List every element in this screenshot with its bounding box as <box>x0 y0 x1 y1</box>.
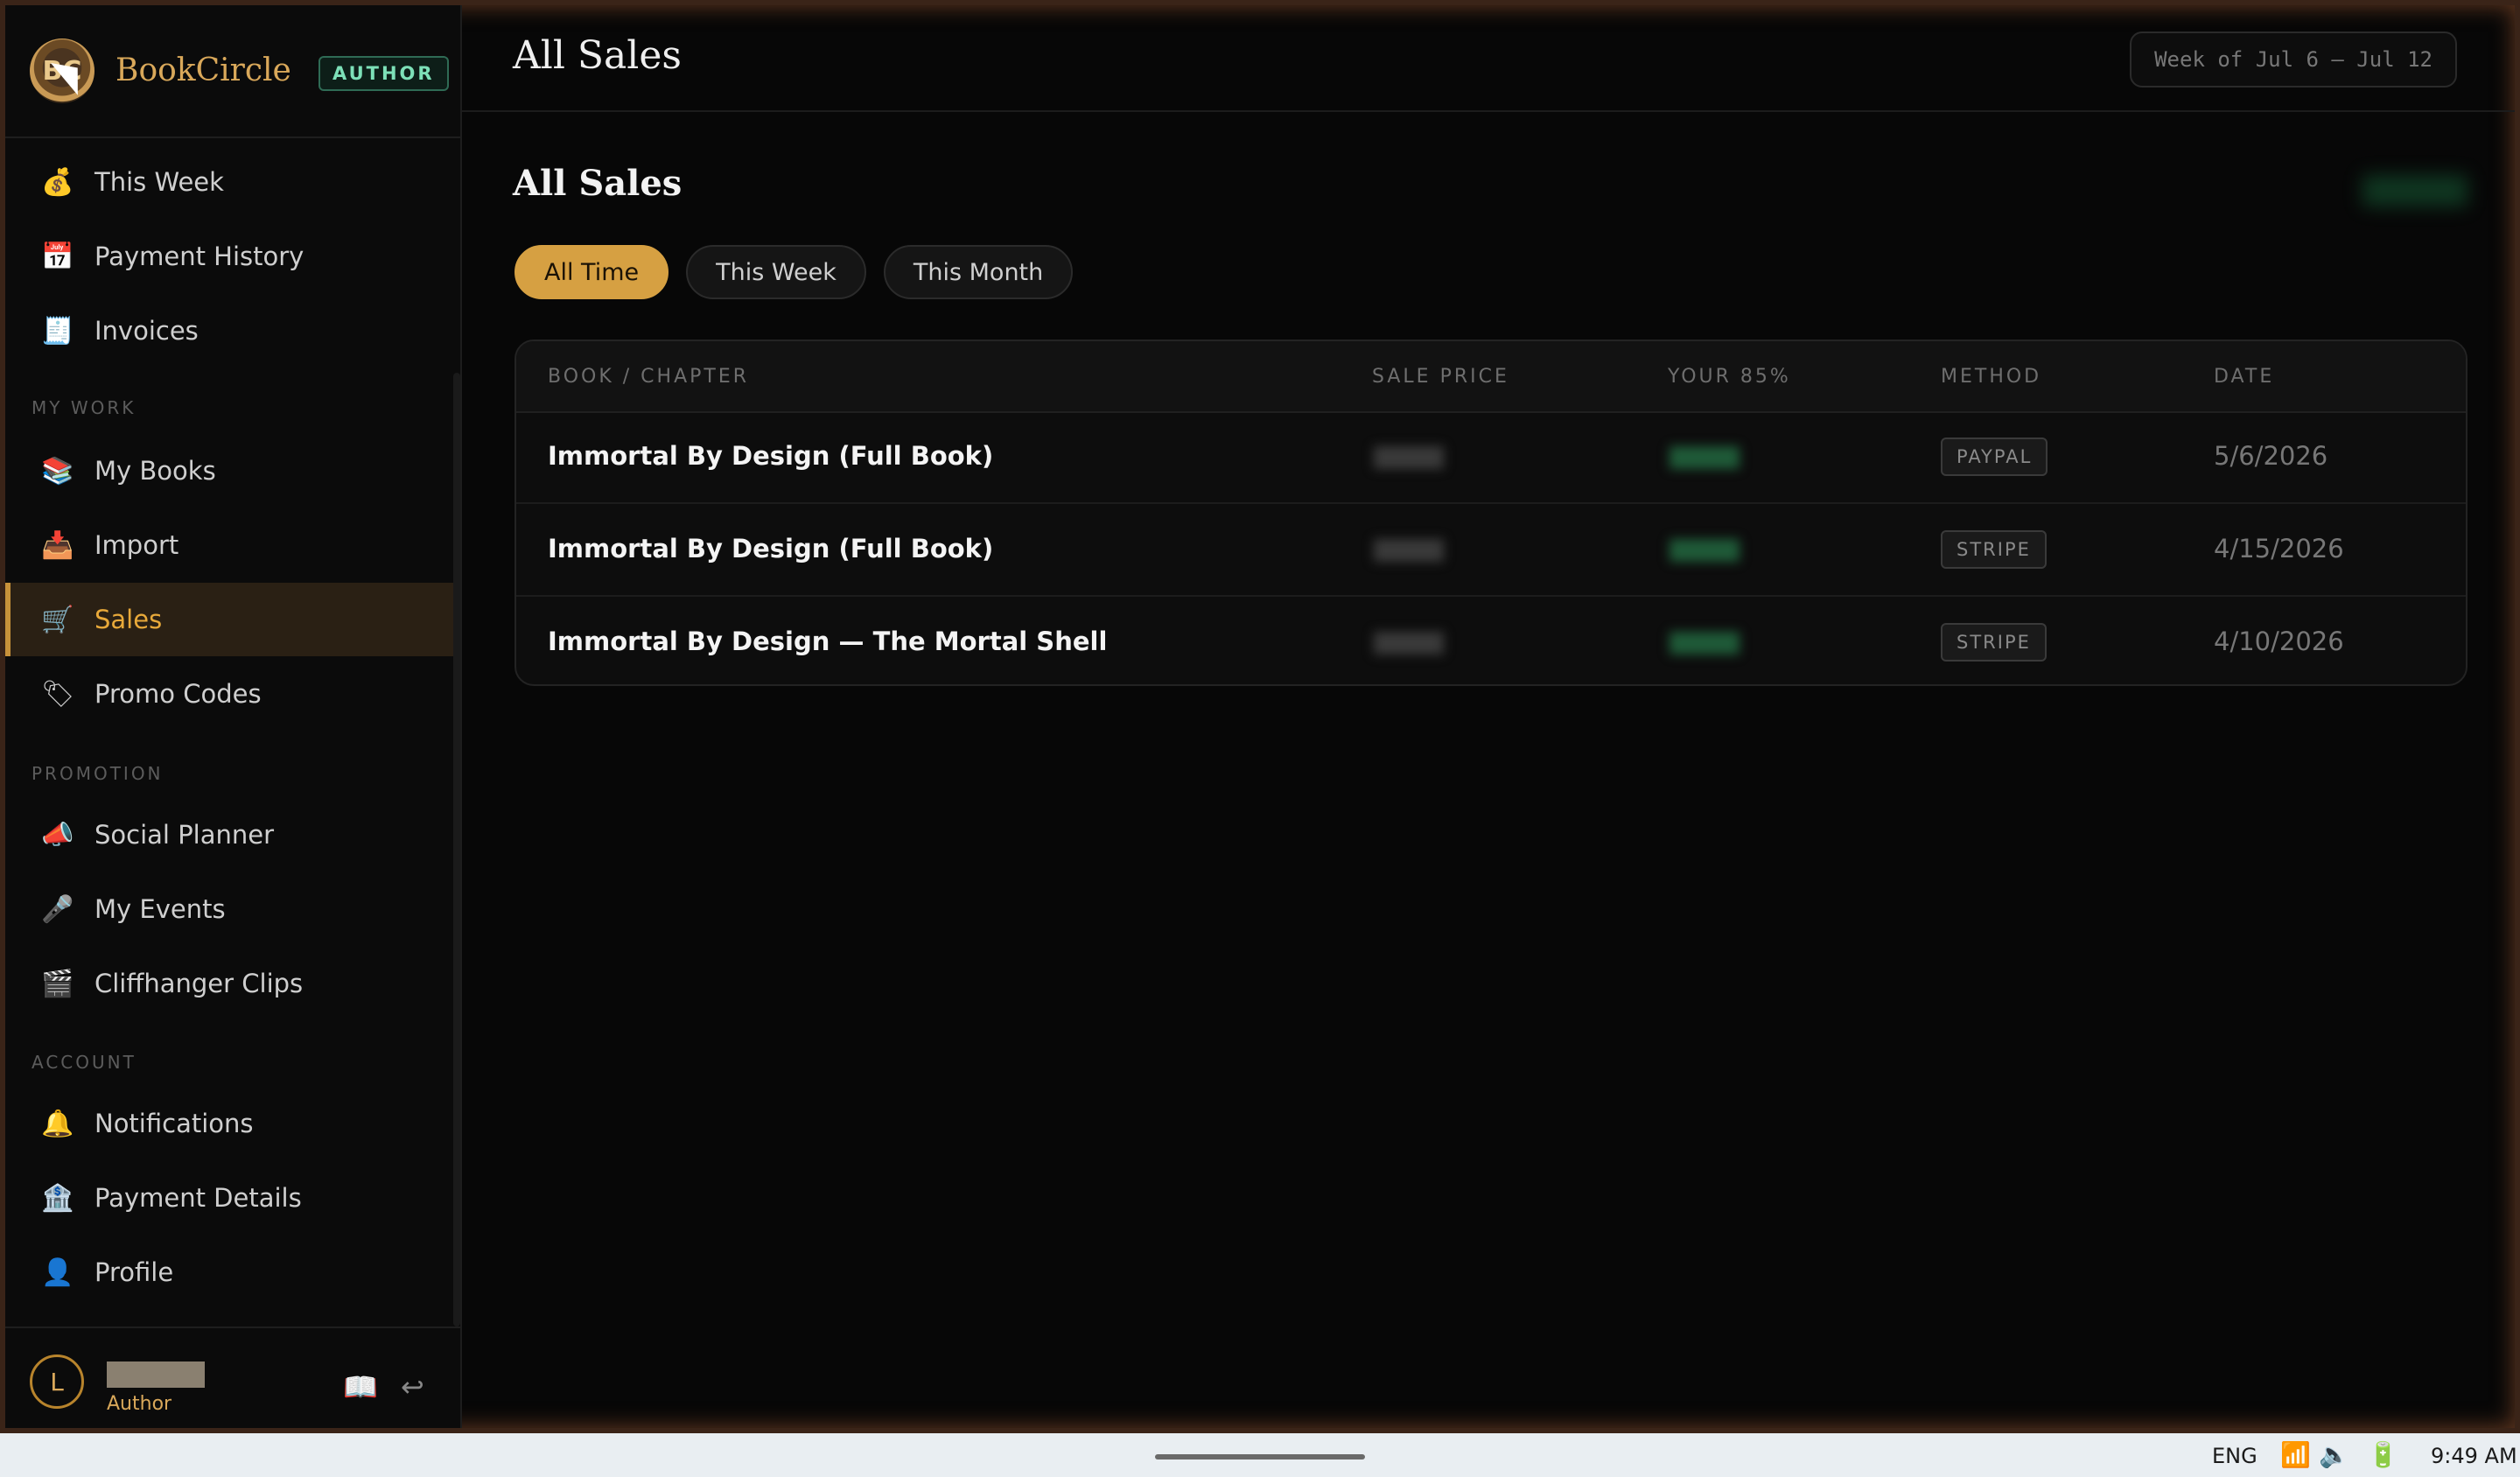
sidebar-item-my-books[interactable]: 📚 My Books <box>5 434 455 508</box>
blurred-share <box>1670 539 1740 562</box>
sidebar-item-label: My Events <box>94 894 226 924</box>
bank-icon: 🏦 <box>41 1182 74 1214</box>
blurred-total <box>2362 175 2468 206</box>
sidebar-item-import[interactable]: 📥 Import <box>5 508 455 582</box>
sidebar-item-payment-details[interactable]: 🏦 Payment Details <box>5 1161 455 1235</box>
sidebar-item-my-events[interactable]: 🎤 My Events <box>5 872 455 946</box>
sidebar-item-promo-codes[interactable]: 🏷 Promo Codes <box>5 657 455 731</box>
tag-icon: 🏷 <box>40 678 75 710</box>
top-bar: All Sales Week of Jul 6 – Jul 12 <box>462 5 2515 112</box>
sidebar-item-this-week[interactable]: 💰 This Week <box>5 145 455 219</box>
blurred-share <box>1670 446 1740 469</box>
table-row[interactable]: Immortal By Design (Full Book) STRIPE 4/… <box>516 504 2466 597</box>
volume-icon[interactable]: 🔈 <box>2319 1440 2349 1469</box>
blurred-sale-price <box>1374 632 1444 654</box>
battery-icon[interactable]: 🔋 <box>2368 1440 2398 1469</box>
sidebar-item-payment-history[interactable]: 📅 Payment History <box>5 220 455 293</box>
sidebar-item-notifications[interactable]: 🔔 Notifications <box>5 1087 455 1160</box>
row-date: 4/10/2026 <box>2214 626 2344 656</box>
blurred-sale-price <box>1374 446 1444 469</box>
wifi-icon[interactable]: 📶 <box>2280 1440 2311 1469</box>
method-badge: STRIPE <box>1941 623 2047 662</box>
bell-icon: 🔔 <box>41 1108 74 1139</box>
row-title: Immortal By Design (Full Book) <box>548 441 994 471</box>
money-bag-icon: 💰 <box>41 166 74 198</box>
receipt-icon: 🧾 <box>41 315 74 346</box>
books-icon: 📚 <box>41 455 74 486</box>
table-header: BOOK / CHAPTER SALE PRICE YOUR 85% METHO… <box>516 341 2466 413</box>
book-icon[interactable]: 📖 <box>343 1370 378 1404</box>
blurred-share <box>1670 632 1740 654</box>
megaphone-icon: 📣 <box>41 819 74 850</box>
user-role: Author <box>107 1393 172 1415</box>
user-name-redacted <box>107 1362 205 1388</box>
section-label-account: ACCOUNT <box>32 1052 136 1073</box>
system-taskbar: ENG 📶 🔈 🔋 9:49 AM <box>0 1433 2520 1477</box>
user-bar: L Author 📖 ↩ <box>5 1326 460 1430</box>
inbox-tray-icon: 📥 <box>41 529 74 561</box>
sidebar-item-label: Payment Details <box>94 1183 302 1213</box>
sidebar-item-label: Social Planner <box>94 820 275 850</box>
filter-this-week[interactable]: This Week <box>686 245 866 299</box>
avatar[interactable]: L <box>30 1354 84 1409</box>
sidebar-item-label: My Books <box>94 456 216 486</box>
sidebar-item-label: Profile <box>94 1257 174 1287</box>
filter-this-month[interactable]: This Month <box>883 245 1074 299</box>
row-date: 4/15/2026 <box>2214 534 2344 564</box>
sidebar-item-cliffhanger-clips[interactable]: 🎬 Cliffhanger Clips <box>5 947 455 1020</box>
sidebar-item-profile[interactable]: 👤 Profile <box>5 1236 455 1309</box>
blurred-sale-price <box>1374 539 1444 562</box>
method-badge: PAYPAL <box>1941 438 2048 476</box>
calendar-icon: 📅 <box>41 241 74 272</box>
section-heading: All Sales <box>513 163 682 204</box>
row-title: Immortal By Design — The Mortal Shell <box>548 626 1108 656</box>
sidebar-item-label: Sales <box>94 605 163 634</box>
table-row[interactable]: Immortal By Design (Full Book) PAYPAL 5/… <box>516 411 2466 504</box>
column-header-sale-price: SALE PRICE <box>1372 366 1509 388</box>
logout-icon[interactable]: ↩ <box>401 1370 424 1404</box>
sidebar-item-label: This Week <box>94 167 224 197</box>
row-date: 5/6/2026 <box>2214 441 2328 471</box>
sidebar-item-label: Payment History <box>94 242 304 271</box>
user-icon: 👤 <box>41 1256 74 1288</box>
language-indicator[interactable]: ENG <box>2212 1444 2258 1468</box>
sidebar-item-label: Cliffhanger Clips <box>94 969 304 998</box>
row-title: Immortal By Design (Full Book) <box>548 534 994 564</box>
filter-chips: All Time This Week This Month <box>514 245 1074 299</box>
clapperboard-icon: 🎬 <box>41 968 74 999</box>
sidebar-item-label: Notifications <box>94 1109 254 1138</box>
brand-name: BookCircle <box>116 52 291 88</box>
clock[interactable]: 9:49 AM <box>2431 1444 2517 1468</box>
sidebar-item-label: Promo Codes <box>94 679 262 709</box>
sales-table: BOOK / CHAPTER SALE PRICE YOUR 85% METHO… <box>514 340 2468 686</box>
sidebar-item-social-planner[interactable]: 📣 Social Planner <box>5 798 455 872</box>
page-title: All Sales <box>513 33 682 78</box>
sidebar-scrollbar[interactable] <box>453 373 460 1326</box>
home-handle[interactable] <box>1155 1454 1365 1460</box>
column-header-book: BOOK / CHAPTER <box>548 366 750 388</box>
microphone-icon: 🎤 <box>41 893 74 925</box>
role-badge: AUTHOR <box>318 56 449 91</box>
section-label-promotion: PROMOTION <box>32 763 164 784</box>
sidebar-item-invoices[interactable]: 🧾 Invoices <box>5 294 455 368</box>
sidebar-item-label: Invoices <box>94 316 199 346</box>
table-row[interactable]: Immortal By Design — The Mortal Shell ST… <box>516 597 2466 684</box>
filter-all-time[interactable]: All Time <box>514 245 669 299</box>
column-header-share: YOUR 85% <box>1668 366 1791 388</box>
method-badge: STRIPE <box>1941 530 2047 569</box>
column-header-date: DATE <box>2214 366 2275 388</box>
sidebar: BC BookCircle AUTHOR 💰 This Week 📅 Payme… <box>5 5 462 1428</box>
shopping-cart-icon: 🛒 <box>41 604 74 635</box>
section-label-my-work: MY WORK <box>32 397 136 418</box>
week-range-pill[interactable]: Week of Jul 6 – Jul 12 <box>2130 32 2457 88</box>
brand-header: BC BookCircle AUTHOR <box>5 5 460 138</box>
sidebar-item-sales[interactable]: 🛒 Sales <box>5 583 455 656</box>
column-header-method: METHOD <box>1941 366 2042 388</box>
sidebar-item-label: Import <box>94 530 179 560</box>
app-window: BC BookCircle AUTHOR 💰 This Week 📅 Payme… <box>0 0 2520 1433</box>
